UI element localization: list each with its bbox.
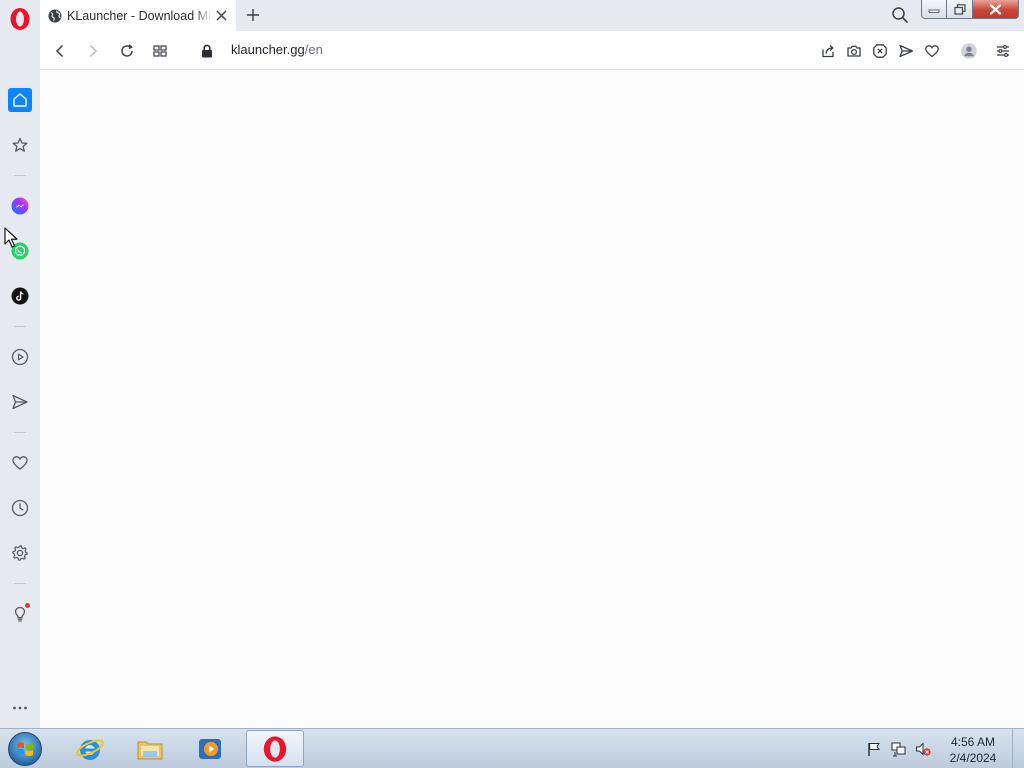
snapshot-button[interactable]	[844, 41, 863, 60]
lock-icon	[201, 44, 212, 57]
restore-button[interactable]	[947, 0, 973, 19]
back-arrow-icon	[55, 44, 63, 57]
back-button[interactable]	[50, 41, 69, 60]
windows-start-icon	[8, 732, 42, 766]
heart-icon	[12, 456, 28, 470]
send-to-flow-button[interactable]	[896, 41, 915, 60]
new-tab-icon[interactable]	[245, 7, 261, 23]
sidebar-tips-button[interactable]	[8, 602, 32, 626]
share-button[interactable]	[818, 41, 837, 60]
send-icon	[12, 394, 28, 410]
opera-menu-icon[interactable]	[9, 7, 31, 31]
internet-explorer-icon	[76, 739, 104, 760]
easy-setup-button[interactable]	[993, 41, 1012, 60]
close-tab-icon[interactable]	[215, 9, 228, 22]
tab-search-icon[interactable]	[891, 6, 909, 24]
sidebar-settings-button[interactable]	[8, 541, 32, 565]
adblock-icon	[872, 43, 887, 58]
forward-button[interactable]	[83, 41, 102, 60]
sidebar-history-button[interactable]	[8, 496, 32, 520]
tab-klauncher[interactable]: KLauncher - Download Minecraft Launcher	[40, 0, 236, 31]
share-icon	[821, 44, 834, 57]
send-icon	[898, 44, 913, 57]
sidebar-speed-dial-button[interactable]	[8, 133, 32, 157]
history-icon	[11, 499, 29, 517]
sidebar-bookmarks-button[interactable]	[8, 451, 32, 475]
minimize-button[interactable]	[921, 0, 947, 19]
sidebar-divider	[14, 326, 26, 327]
heart-icon	[924, 44, 939, 57]
page-viewport[interactable]	[40, 70, 1024, 728]
url-path: /en	[304, 42, 323, 57]
sidebar-player-button[interactable]	[8, 345, 32, 369]
network-icon[interactable]	[891, 741, 907, 757]
tab-title: KLauncher - Download Minecraft Launcher	[67, 8, 212, 23]
show-desktop-button[interactable]	[1012, 729, 1024, 768]
media-player-icon	[199, 738, 221, 759]
restore-icon	[953, 3, 966, 15]
globe-icon	[48, 9, 62, 22]
clock-time: 4:56 AM	[950, 735, 996, 749]
minimize-icon	[928, 9, 940, 13]
close-window-button[interactable]	[973, 0, 1019, 19]
avatar-icon	[960, 42, 977, 59]
taskbar-file-explorer[interactable]	[121, 730, 179, 767]
sidebar-tiktok-button[interactable]	[8, 284, 32, 308]
sidebar-divider	[14, 583, 26, 584]
gear-icon	[12, 545, 28, 561]
tab-strip: KLauncher - Download Minecraft Launcher	[40, 0, 1024, 31]
notification-dot	[25, 603, 30, 608]
tiktok-icon	[11, 287, 29, 305]
sidebar-divider	[14, 432, 26, 433]
taskbar-media-player[interactable]	[181, 730, 239, 767]
taskbar-internet-explorer[interactable]	[61, 730, 119, 767]
reload-button[interactable]	[117, 41, 136, 60]
mouse-cursor-icon	[4, 227, 18, 248]
windows-taskbar: 4:56 AM 2/4/2024	[0, 728, 1024, 768]
start-button[interactable]	[6, 731, 44, 767]
clock-date: 2/4/2024	[949, 751, 997, 765]
action-center-flag-icon[interactable]	[866, 741, 882, 757]
taskbar-opera[interactable]	[246, 730, 304, 767]
volume-muted-icon[interactable]	[915, 741, 931, 757]
site-security-button[interactable]	[197, 41, 216, 60]
opera-sidebar	[0, 0, 40, 728]
reload-icon	[120, 43, 133, 57]
sidebar-divider	[14, 175, 26, 176]
sidebar-flow-button[interactable]	[8, 390, 32, 414]
bookmark-button[interactable]	[922, 41, 941, 60]
address-toolbar: klauncher.gg/en	[40, 31, 1024, 70]
profile-button[interactable]	[959, 41, 978, 60]
star-icon	[12, 137, 28, 152]
opera-icon	[263, 735, 287, 762]
sidebar-home-button[interactable]	[8, 88, 32, 112]
address-field[interactable]: klauncher.gg/en	[231, 42, 323, 57]
forward-arrow-icon	[89, 44, 97, 57]
sidebar-more-button[interactable]	[8, 696, 32, 720]
system-clock[interactable]: 4:56 AM 2/4/2024	[936, 734, 1010, 766]
home-icon	[13, 93, 27, 107]
url-domain: klauncher.gg	[231, 42, 305, 57]
grid-icon	[152, 44, 167, 57]
settings-sliders-icon	[996, 44, 1009, 57]
adblocker-button[interactable]	[870, 41, 889, 60]
tab-overview-button[interactable]	[150, 41, 169, 60]
player-icon	[11, 348, 29, 366]
folder-icon	[137, 741, 163, 759]
sidebar-messenger-button[interactable]	[8, 194, 32, 218]
more-icon	[13, 706, 27, 710]
messenger-icon	[11, 197, 29, 215]
close-icon	[989, 3, 1002, 15]
camera-icon	[846, 45, 861, 57]
